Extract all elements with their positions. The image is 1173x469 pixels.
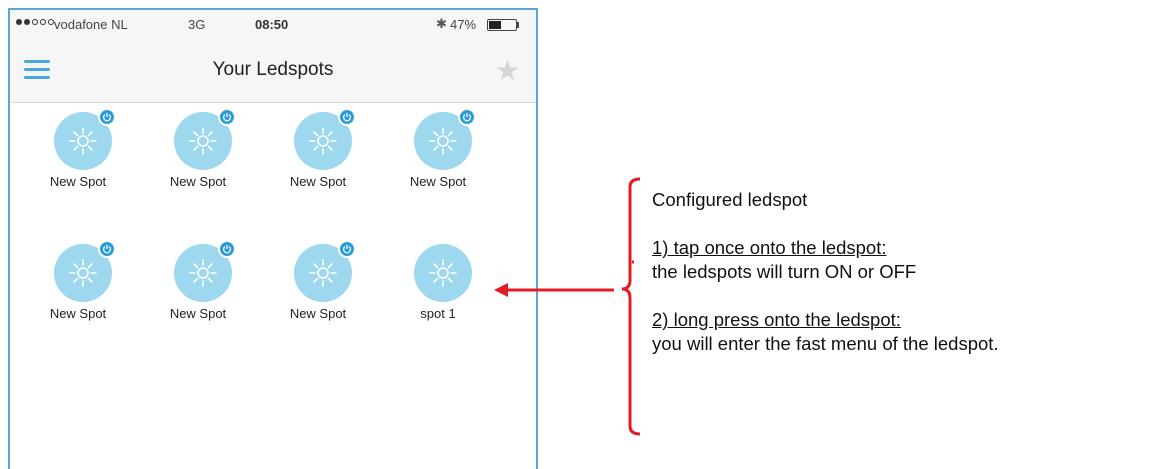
bluetooth-icon: ✱	[436, 16, 447, 31]
power-badge-icon[interactable]	[458, 108, 476, 126]
step2-title: 2) long press onto the ledspot:	[652, 309, 901, 330]
power-badge-icon[interactable]	[98, 240, 116, 258]
ledspot-tile[interactable]: spot 1	[388, 240, 488, 340]
star-icon[interactable]: ★	[495, 54, 520, 87]
page-title: Your Ledspots	[212, 59, 334, 80]
status-bar: vodafone NL 3G 08:50 ✱ 47%	[10, 10, 536, 42]
ledspot-tile[interactable]: New Spot	[28, 108, 128, 208]
ledspot-label: New Spot	[169, 174, 227, 189]
step1-text: the ledspots will turn ON or OFF	[652, 261, 917, 282]
power-badge-icon[interactable]	[218, 240, 236, 258]
annotation-arrow	[494, 283, 614, 297]
ledspot-label: New Spot	[289, 306, 347, 321]
phone-screen: vodafone NL 3G 08:50 ✱ 47% Your Ledspots…	[8, 8, 538, 469]
battery-percentage: 47%	[450, 17, 477, 32]
ledspot-label: New Spot	[49, 306, 107, 321]
ledspot-label: spot 1	[420, 306, 456, 321]
ledspot-tile[interactable]: New Spot	[148, 108, 248, 208]
carrier-name: vodafone NL	[54, 17, 128, 32]
power-badge-icon[interactable]	[338, 240, 356, 258]
ledspot-tile[interactable]: New Spot	[148, 240, 248, 340]
screenshot-canvas: vodafone NL 3G 08:50 ✱ 47% Your Ledspots…	[0, 0, 1173, 469]
ledspot-label: New Spot	[169, 306, 227, 321]
lightbulb-icon	[414, 244, 472, 302]
step2-text: you will enter the fast menu of the leds…	[652, 333, 999, 354]
ledspot-tile[interactable]: New Spot	[388, 108, 488, 208]
ledspot-label: New Spot	[289, 174, 347, 189]
status-time: 08:50	[255, 17, 289, 32]
ledspot-label: New Spot	[409, 174, 467, 189]
battery-fill	[489, 21, 501, 29]
ledspot-label: New Spot	[49, 174, 107, 189]
annotation-heading: Configured ledspot	[652, 189, 808, 210]
power-badge-icon[interactable]	[98, 108, 116, 126]
ledspot-tile[interactable]: New Spot	[268, 240, 368, 340]
network-type: 3G	[188, 17, 206, 32]
navigation-bar: Your Ledspots ★	[10, 42, 536, 103]
power-badge-icon[interactable]	[218, 108, 236, 126]
annotation-bracket	[621, 177, 641, 436]
ledspot-tile[interactable]: New Spot	[268, 108, 368, 208]
battery-icon	[487, 19, 517, 31]
signal-strength-icon	[16, 19, 54, 25]
ledspot-tile[interactable]: New Spot	[28, 240, 128, 340]
annotation-text: Configured ledspot 1) tap once onto the …	[652, 188, 999, 356]
power-badge-icon[interactable]	[338, 108, 356, 126]
step1-title: 1) tap once onto the ledspot:	[652, 237, 887, 258]
